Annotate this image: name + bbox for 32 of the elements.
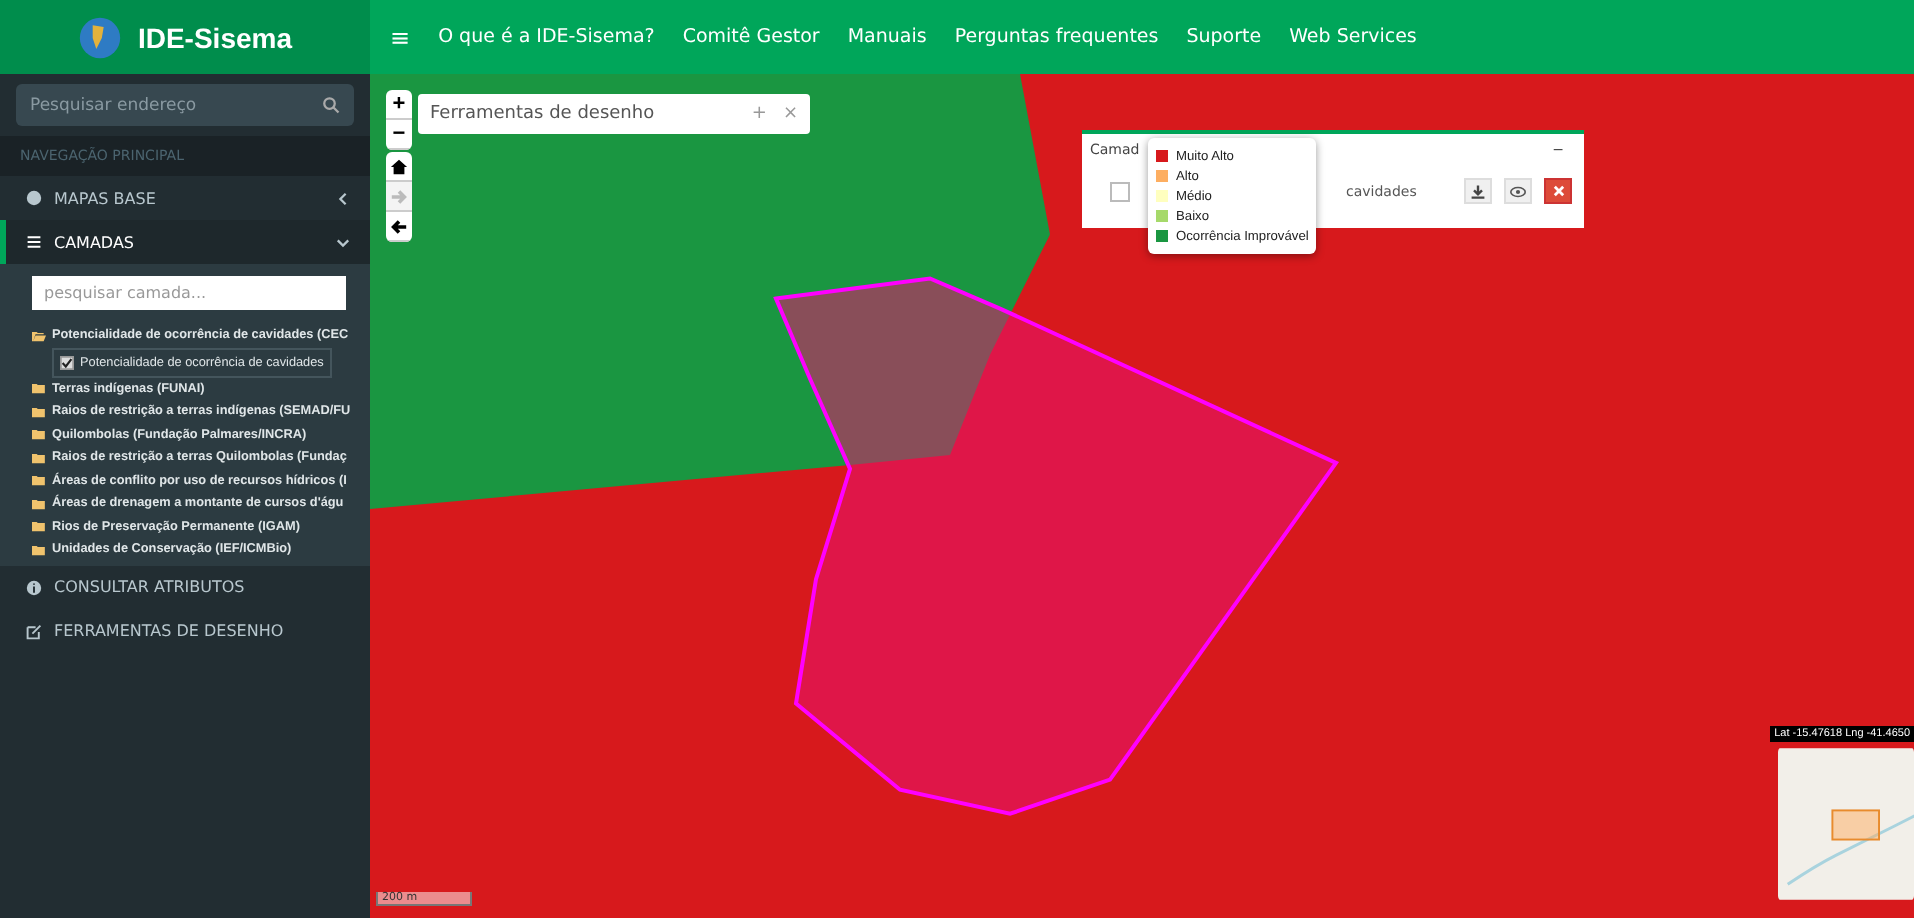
- search-icon[interactable]: [322, 96, 340, 114]
- arrow-icon: [390, 217, 408, 235]
- zoom-button[interactable]: −: [386, 120, 412, 150]
- remove-button[interactable]: [1544, 178, 1572, 204]
- back-button[interactable]: [386, 212, 412, 242]
- close-icon: [1551, 184, 1565, 198]
- caret-icon: [336, 191, 350, 205]
- sidebar-item-icon: [26, 234, 42, 250]
- drawing-tools-title: Ferramentas de desenho: [430, 104, 657, 124]
- sidebar-item[interactable]: CONSULTAR ATRIBUTOS: [0, 565, 370, 609]
- legend-thumbnail[interactable]: [1110, 181, 1130, 201]
- home-icon: [390, 157, 408, 175]
- minimap[interactable]: [1778, 746, 1914, 902]
- home-button[interactable]: [386, 152, 412, 182]
- app-title: IDE-Sisema: [137, 21, 293, 53]
- sidebar-item-icon: [26, 623, 42, 639]
- sidebar-item[interactable]: MAPAS BASE: [0, 176, 370, 220]
- layer-search-field[interactable]: pesquisar camada...: [32, 276, 346, 310]
- arrow-icon: [390, 187, 408, 205]
- visibility-button[interactable]: [1504, 178, 1532, 204]
- sidebar-item-icon: [26, 579, 42, 595]
- address-search-field[interactable]: Pesquisar endereço: [16, 84, 354, 126]
- caret-icon: [336, 235, 350, 249]
- sidebar-item[interactable]: FERRAMENTAS DE DESENHO: [0, 609, 370, 653]
- globe-logo-icon: [77, 15, 122, 59]
- download-icon: [1470, 183, 1486, 199]
- sidebar-item[interactable]: CAMADAS: [0, 220, 370, 264]
- eye-icon: [1510, 183, 1526, 199]
- sidebar-item-icon: [26, 190, 42, 206]
- checkbox[interactable]: [60, 355, 74, 369]
- zoom-button[interactable]: +: [386, 90, 412, 120]
- download-button[interactable]: [1464, 178, 1492, 204]
